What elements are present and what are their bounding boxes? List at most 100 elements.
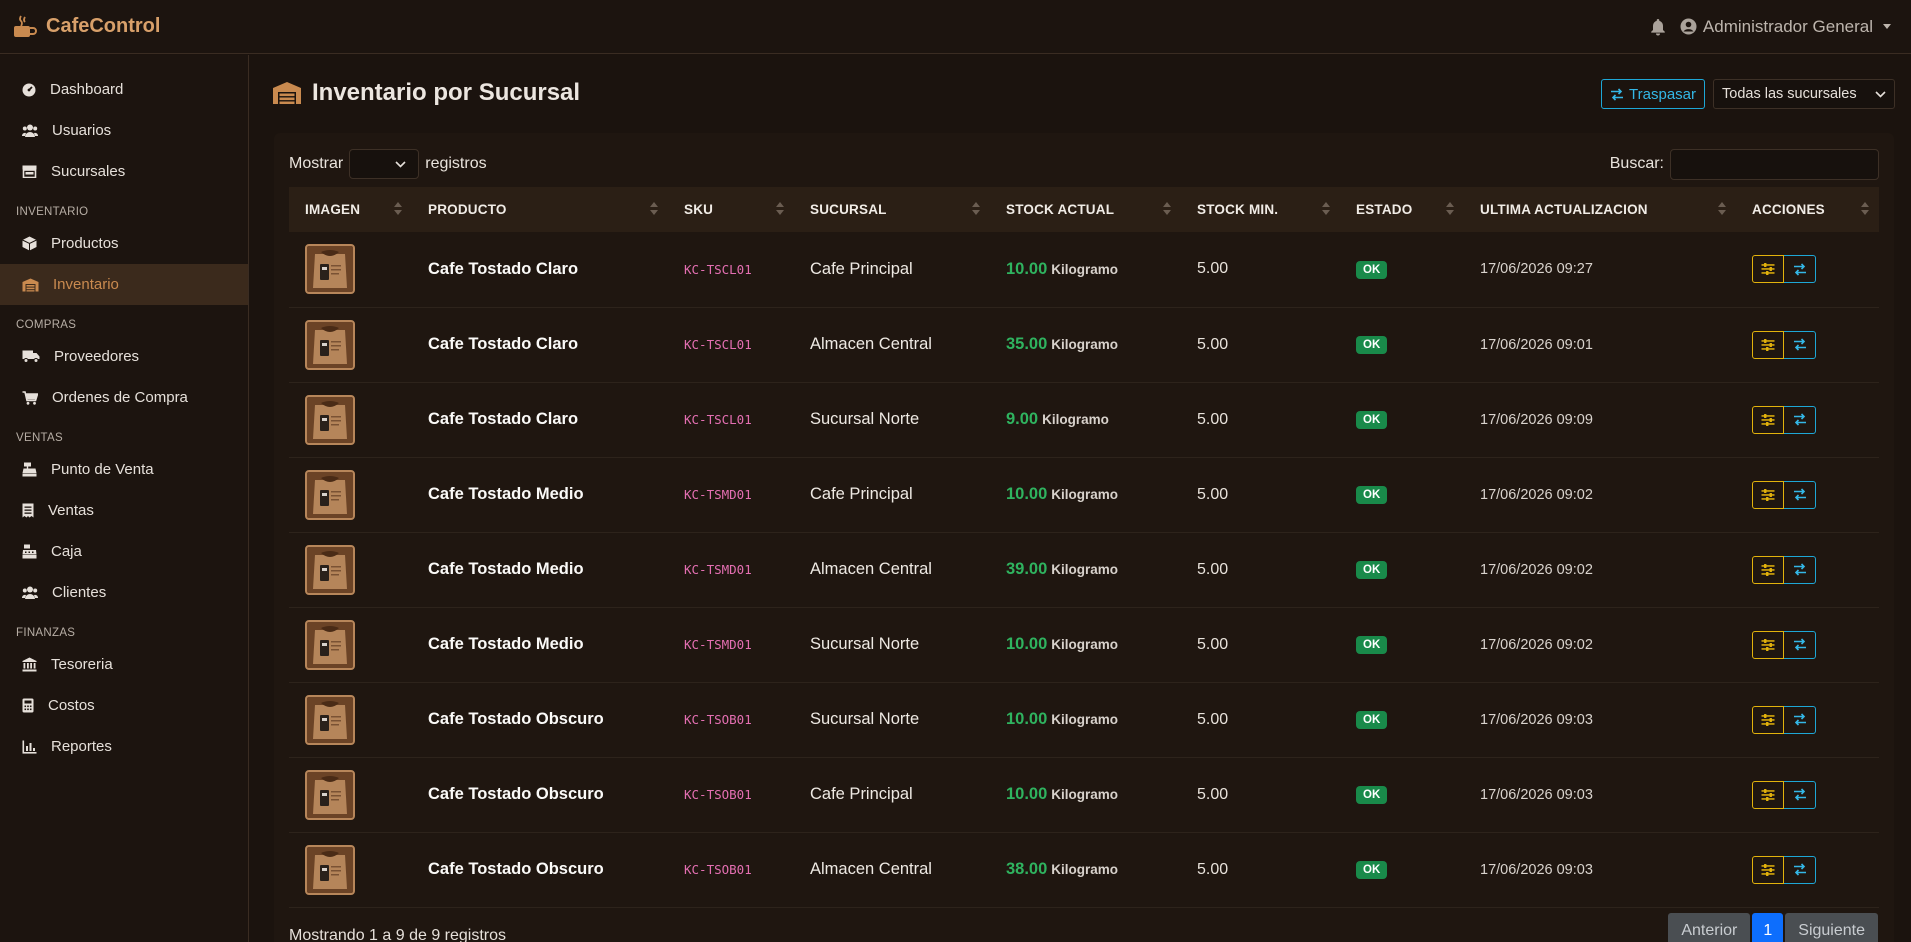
- adjust-stock-button[interactable]: [1752, 330, 1784, 359]
- status-cell: OK: [1340, 607, 1464, 682]
- prev-page-button[interactable]: Anterior: [1668, 913, 1751, 942]
- sidebar-item-label: Reportes: [51, 738, 112, 755]
- bank-icon: [22, 657, 37, 672]
- page-button-current[interactable]: 1: [1752, 913, 1784, 942]
- product-image: [305, 544, 355, 595]
- sidebar-item-punto-de-venta[interactable]: Punto de Venta: [0, 449, 248, 490]
- table-row: Cafe Tostado Obscuro KC-TSOB01 Cafe Prin…: [289, 757, 1879, 832]
- inventory-card: Mostrar registros Buscar: IMAGEN PRODUCT…: [274, 133, 1894, 942]
- transfer-stock-button[interactable]: [1784, 705, 1816, 734]
- sidebar-item-reportes[interactable]: Reportes: [0, 726, 248, 767]
- adjust-stock-button[interactable]: [1752, 780, 1784, 809]
- truck-icon: [22, 350, 40, 363]
- stock-current: 39.00 Kilogramo: [990, 532, 1181, 607]
- column-header-estado[interactable]: ESTADO: [1340, 187, 1464, 232]
- adjust-stock-button[interactable]: [1752, 405, 1784, 434]
- product-image: [305, 469, 355, 520]
- transfer-stock-button[interactable]: [1784, 255, 1816, 284]
- sidebar-item-dashboard[interactable]: Dashboard: [0, 69, 248, 110]
- column-header-sku[interactable]: SKU: [668, 187, 794, 232]
- sidebar-item-label: Ventas: [48, 502, 94, 519]
- sidebar-item-sucursales[interactable]: Sucursales: [0, 151, 248, 192]
- transfer-stock-button[interactable]: [1784, 855, 1816, 884]
- actions-cell: [1736, 532, 1879, 607]
- sidebar-item-tesoreria[interactable]: Tesoreria: [0, 644, 248, 685]
- sidebar-item-usuarios[interactable]: Usuarios: [0, 110, 248, 151]
- column-header-stock-actual[interactable]: STOCK ACTUAL: [990, 187, 1181, 232]
- user-name: Administrador General: [1702, 16, 1873, 36]
- search-input[interactable]: [1670, 148, 1879, 180]
- brand[interactable]: CafeControl: [12, 14, 160, 40]
- transfer-stock-button[interactable]: [1784, 630, 1816, 659]
- sidebar-item-label: Ordenes de Compra: [52, 389, 188, 406]
- sidebar-item-label: Clientes: [52, 584, 107, 601]
- table-row: Cafe Tostado Obscuro KC-TSOB01 Almacen C…: [289, 832, 1879, 907]
- user-circle-icon: [1680, 18, 1697, 35]
- stock-unit: Kilogramo: [1051, 562, 1119, 577]
- column-header-stock-min[interactable]: STOCK MIN.: [1181, 187, 1340, 232]
- branch-name: Sucursal Norte: [810, 635, 920, 653]
- product-sku: KC-TSCL01: [684, 337, 752, 352]
- sidebar-item-label: Inventario: [53, 276, 119, 293]
- transfer-stock-button[interactable]: [1784, 780, 1816, 809]
- table-row: Cafe Tostado Claro KC-TSCL01 Cafe Princi…: [289, 232, 1879, 307]
- stock-current: 10.00 Kilogramo: [990, 757, 1181, 832]
- status-cell: OK: [1340, 307, 1464, 382]
- branch-select[interactable]: Todas las sucursales: [1713, 79, 1895, 109]
- page-length-select[interactable]: [349, 149, 420, 179]
- sort-icon: [1861, 202, 1869, 215]
- next-page-button[interactable]: Siguiente: [1785, 913, 1878, 942]
- sidebar-item-productos[interactable]: Productos: [0, 223, 248, 264]
- transfer-stock-button[interactable]: [1784, 480, 1816, 509]
- sidebar-item-clientes[interactable]: Clientes: [0, 572, 248, 613]
- sidebar-item-caja[interactable]: Caja: [0, 531, 248, 572]
- transfer-stock-button[interactable]: [1784, 330, 1816, 359]
- sidebar-item-inventario[interactable]: Inventario: [0, 264, 248, 305]
- stock-min: 5.00: [1197, 635, 1229, 653]
- column-header-imagen[interactable]: IMAGEN: [289, 187, 412, 232]
- sidebar-item-ventas[interactable]: Ventas: [0, 490, 248, 531]
- bell-icon[interactable]: [1650, 18, 1666, 36]
- column-header-producto[interactable]: PRODUCTO: [412, 187, 668, 232]
- chevron-down-icon: [395, 160, 406, 168]
- product-name: Cafe Tostado Claro: [428, 259, 579, 278]
- sidebar-item-proveedores[interactable]: Proveedores: [0, 336, 248, 377]
- stock-value: 10.00: [1006, 485, 1048, 503]
- product-image: [305, 394, 355, 445]
- adjust-stock-button[interactable]: [1752, 255, 1784, 284]
- status-cell: OK: [1340, 832, 1464, 907]
- status-cell: OK: [1340, 457, 1464, 532]
- user-menu[interactable]: Administrador General: [1680, 17, 1891, 37]
- column-header-sucursal[interactable]: SUCURSAL: [794, 187, 990, 232]
- product-name: Cafe Tostado Obscuro: [428, 785, 604, 803]
- transfer-stock-button[interactable]: [1784, 405, 1816, 434]
- product-sku: KC-TSOB01: [684, 712, 752, 727]
- stock-min: 5.00: [1197, 560, 1229, 578]
- adjust-stock-button[interactable]: [1752, 705, 1784, 734]
- adjust-stock-button[interactable]: [1752, 480, 1784, 509]
- exchange-icon: [1793, 563, 1806, 576]
- stock-current: 38.00 Kilogramo: [990, 832, 1181, 907]
- stock-min: 5.00: [1197, 410, 1229, 428]
- product-image: [305, 694, 355, 745]
- sidebar-item-costos[interactable]: Costos: [0, 685, 248, 726]
- exchange-icon: [1793, 863, 1806, 876]
- adjust-stock-button[interactable]: [1752, 555, 1784, 584]
- exchange-icon: [1793, 788, 1806, 801]
- stock-min: 5.00: [1197, 860, 1229, 878]
- branch-name: Almacen Central: [810, 335, 932, 353]
- column-header-acciones[interactable]: ACCIONES: [1736, 187, 1879, 232]
- adjust-stock-button[interactable]: [1752, 630, 1784, 659]
- receipt-icon: [22, 503, 34, 518]
- exchange-icon: [1793, 488, 1806, 501]
- transfer-stock-button[interactable]: [1784, 555, 1816, 584]
- exchange-icon: [1793, 263, 1806, 276]
- transfer-button[interactable]: Traspasar: [1601, 79, 1705, 109]
- sidebar-item-ordenes-de-compra[interactable]: Ordenes de Compra: [0, 377, 248, 418]
- transfer-button-label: Traspasar: [1629, 85, 1696, 103]
- sort-icon: [972, 202, 980, 215]
- product-name: Cafe Tostado Obscuro: [428, 710, 604, 728]
- adjust-stock-button[interactable]: [1752, 855, 1784, 884]
- last-updated: 17/06/2026 09:02: [1480, 486, 1593, 503]
- column-header-ultima-actualizacion[interactable]: ULTIMA ACTUALIZACION: [1464, 187, 1736, 232]
